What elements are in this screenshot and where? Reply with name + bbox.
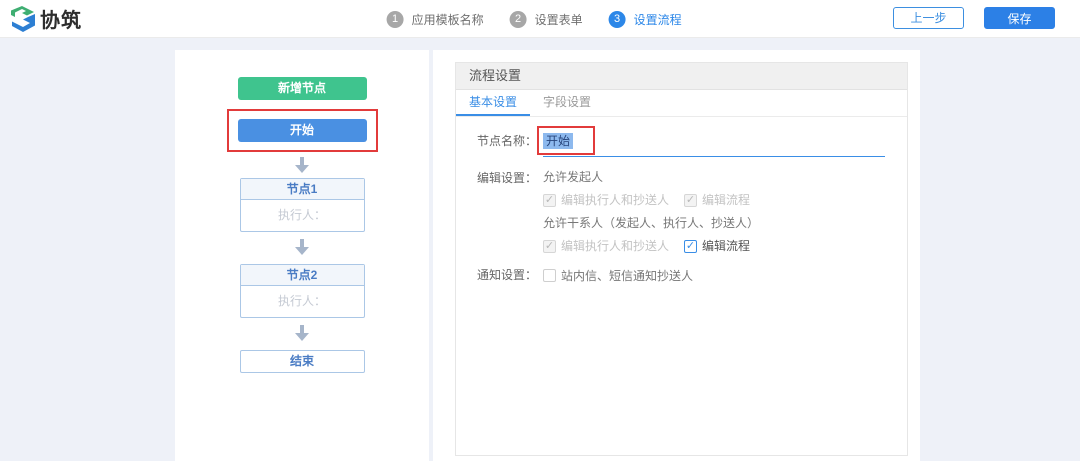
top-bar: 协筑 1 应用模板名称 2 设置表单 3 设置流程 上一步 保存 (0, 0, 1080, 38)
notify-option[interactable]: 站内信、短信通知抄送人 (543, 267, 693, 284)
checkbox-checked-disabled-icon[interactable] (543, 240, 556, 253)
node-2[interactable]: 节点2 执行人： (240, 264, 365, 318)
node-1[interactable]: 节点1 执行人： (240, 178, 365, 232)
notification-row: 通知设置： 站内信、短信通知抄送人 (477, 266, 885, 284)
flow-settings-box: 流程设置 基本设置 字段设置 节点名称： 开始 编辑设置： 允许发起人 (455, 62, 908, 456)
stakeholder-options-row: 编辑执行人和抄送人 编辑流程 (543, 238, 759, 254)
settings-tabs: 基本设置 字段设置 (456, 90, 907, 117)
node-1-executor-label: 执行人： (241, 200, 364, 231)
wizard-steps: 1 应用模板名称 2 设置表单 3 设置流程 (387, 0, 682, 38)
notification-label: 通知设置： (477, 266, 543, 284)
checkbox-checked-disabled-icon[interactable] (543, 194, 556, 207)
settings-panel: 流程设置 基本设置 字段设置 节点名称： 开始 编辑设置： 允许发起人 (433, 50, 920, 461)
previous-step-button[interactable]: 上一步 (893, 7, 964, 29)
allow-stakeholder-label: 允许干系人（发起人、执行人、抄送人） (543, 215, 759, 231)
step-set-flow[interactable]: 3 设置流程 (609, 11, 682, 28)
node-1-title: 节点1 (241, 179, 364, 200)
save-button[interactable]: 保存 (984, 7, 1055, 29)
node-name-input[interactable]: 开始 (543, 132, 885, 157)
edit-settings-row: 编辑设置： 允许发起人 编辑执行人和抄送人 编辑流程 允许干系人（发起人、 (477, 169, 885, 254)
stakeholder-option-edit-flow[interactable]: 编辑流程 (684, 238, 750, 254)
arrow-down-icon (294, 239, 310, 255)
step-set-form[interactable]: 2 设置表单 (510, 11, 583, 28)
node-name-row: 节点名称： 开始 (477, 132, 885, 157)
node-2-executor-label: 执行人： (241, 286, 364, 317)
edit-settings-label: 编辑设置： (477, 169, 543, 254)
step-3-label: 设置流程 (634, 11, 682, 28)
arrow-down-icon (294, 325, 310, 341)
stakeholder-option-edit-flow-label: 编辑流程 (702, 238, 750, 254)
topbar-actions: 上一步 保存 (893, 7, 1055, 29)
step-3-circle: 3 (609, 11, 626, 28)
app-logo: 协筑 (10, 4, 82, 33)
initiator-option-edit-people[interactable]: 编辑执行人和抄送人 (543, 192, 669, 208)
settings-form: 节点名称： 开始 编辑设置： 允许发起人 编辑执行人和抄送人 (456, 117, 907, 284)
start-node-annotation-box: 开始 (227, 109, 378, 152)
checkbox-unchecked-icon[interactable] (543, 269, 556, 282)
notify-option-label: 站内信、短信通知抄送人 (561, 267, 693, 284)
tab-field-settings[interactable]: 字段设置 (530, 90, 604, 116)
checkbox-checked-icon[interactable] (684, 240, 697, 253)
start-node-button[interactable]: 开始 (238, 119, 367, 142)
workflow-panel: 新增节点 开始 节点1 执行人： 节点2 执行人： 结束 (175, 50, 429, 461)
initiator-option-edit-flow-label: 编辑流程 (702, 192, 750, 208)
xiezhu-logo-icon (10, 5, 36, 33)
node-2-title: 节点2 (241, 265, 364, 286)
step-1-circle: 1 (387, 11, 404, 28)
node-name-value[interactable]: 开始 (543, 133, 573, 149)
stakeholder-option-edit-people[interactable]: 编辑执行人和抄送人 (543, 238, 669, 254)
checkbox-checked-disabled-icon[interactable] (684, 194, 697, 207)
arrow-down-icon (294, 157, 310, 173)
initiator-option-edit-people-label: 编辑执行人和抄送人 (561, 192, 669, 208)
add-node-button[interactable]: 新增节点 (238, 77, 367, 100)
step-2-label: 设置表单 (535, 11, 583, 28)
tab-basic-settings[interactable]: 基本设置 (456, 90, 530, 116)
step-app-template-name[interactable]: 1 应用模板名称 (387, 11, 484, 28)
step-1-label: 应用模板名称 (412, 11, 484, 28)
initiator-option-edit-flow[interactable]: 编辑流程 (684, 192, 750, 208)
node-name-label: 节点名称： (477, 132, 543, 157)
logo-text: 协筑 (40, 4, 82, 33)
step-2-circle: 2 (510, 11, 527, 28)
flow-settings-title: 流程设置 (456, 63, 907, 90)
initiator-options-row: 编辑执行人和抄送人 编辑流程 (543, 192, 759, 208)
end-node[interactable]: 结束 (240, 350, 365, 373)
allow-initiator-label: 允许发起人 (543, 169, 759, 185)
stakeholder-option-edit-people-label: 编辑执行人和抄送人 (561, 238, 669, 254)
